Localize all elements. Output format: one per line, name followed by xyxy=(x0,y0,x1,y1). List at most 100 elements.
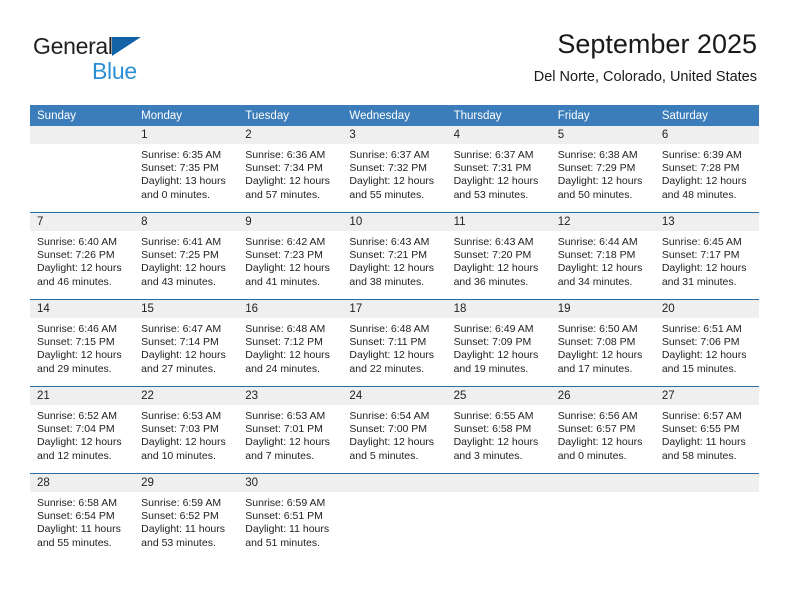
daylight-text-line1: Daylight: 11 hours xyxy=(141,523,225,536)
day-cell-inner: 12 Sunrise: 6:44 AM Sunset: 7:18 PM Dayligh… xyxy=(550,213,655,299)
title-block: September 2025 Del Norte, Colorado, Unit… xyxy=(534,28,757,86)
calendar-day-cell[interactable]: 7 Sunrise: 6:40 AM Sunset: 7:26 PM Daylight… xyxy=(30,212,135,300)
sunrise-text: Sunrise: 6:49 AM xyxy=(453,323,534,335)
daylight-text-line1: Daylight: 12 hours xyxy=(453,175,539,188)
calendar-day-cell[interactable]: 15 Sunrise: 6:47 AM Sunset: 7:14 PM Dayligh… xyxy=(134,299,239,387)
sunset-text: Sunset: 7:11 PM xyxy=(349,336,427,349)
calendar-day-cell[interactable]: 5 Sunrise: 6:38 AM Sunset: 7:29 PM Daylight… xyxy=(550,126,655,213)
calendar-day-cell[interactable]: 9 Sunrise: 6:42 AM Sunset: 7:23 PM Daylight… xyxy=(238,212,343,300)
sunset-text: Sunset: 7:04 PM xyxy=(37,423,115,436)
day-cell-details: Sunrise: 6:41 AM Sunset: 7:25 PM Daylight:… xyxy=(134,231,238,289)
daylight-text-line2: and 12 minutes. xyxy=(37,449,112,462)
day-cell-details: Sunrise: 6:48 AM Sunset: 7:12 PM Daylight:… xyxy=(238,318,342,376)
calendar-day-cell[interactable]: 28 Sunrise: 6:58 AM Sunset: 6:54 PM Dayligh… xyxy=(30,473,135,560)
day-cell-details: Sunrise: 6:42 AM Sunset: 7:23 PM Daylight:… xyxy=(238,231,342,289)
day-cell-details: Sunrise: 6:37 AM Sunset: 7:31 PM Daylight:… xyxy=(447,144,551,202)
day-cell-details: Sunrise: 6:59 AM Sunset: 6:52 PM Daylight:… xyxy=(134,492,238,550)
day-number: 5 xyxy=(550,126,655,144)
day-number: 3 xyxy=(342,126,447,144)
day-number xyxy=(550,474,655,492)
calendar-day-cell[interactable]: 20 Sunrise: 6:51 AM Sunset: 7:06 PM Dayligh… xyxy=(654,299,759,387)
sunset-text: Sunset: 7:32 PM xyxy=(349,162,428,175)
calendar-day-cell[interactable]: 10 Sunrise: 6:43 AM Sunset: 7:21 PM Dayligh… xyxy=(342,212,447,300)
day-cell-inner: 1 Sunrise: 6:35 AM Sunset: 7:35 PM Daylight… xyxy=(134,126,239,212)
calendar-day-cell[interactable]: 27 Sunrise: 6:57 AM Sunset: 6:55 PM Dayligh… xyxy=(654,386,759,474)
calendar-body: 1 Sunrise: 6:35 AM Sunset: 7:35 PM Daylight… xyxy=(30,126,759,560)
day-cell-inner: 6 Sunrise: 6:39 AM Sunset: 7:28 PM Daylight… xyxy=(654,126,759,212)
calendar-day-cell[interactable]: 13 Sunrise: 6:45 AM Sunset: 7:17 PM Dayligh… xyxy=(654,212,759,300)
daylight-text-line2: and 31 minutes. xyxy=(661,275,737,288)
sunrise-text: Sunrise: 6:41 AM xyxy=(141,236,222,248)
daylight-text-line1: Daylight: 12 hours xyxy=(661,175,747,188)
calendar-day-cell[interactable]: 25 Sunrise: 6:55 AM Sunset: 6:58 PM Dayligh… xyxy=(446,386,551,474)
day-number: 17 xyxy=(342,300,447,318)
calendar-day-cell[interactable]: 12 Sunrise: 6:44 AM Sunset: 7:18 PM Dayligh… xyxy=(550,212,655,300)
daylight-text-line1: Daylight: 12 hours xyxy=(141,349,226,362)
daylight-text-line1: Daylight: 12 hours xyxy=(37,349,122,362)
day-cell-inner: 17 Sunrise: 6:48 AM Sunset: 7:11 PM Dayligh… xyxy=(342,300,447,386)
calendar-day-cell[interactable]: 23 Sunrise: 6:53 AM Sunset: 7:01 PM Dayligh… xyxy=(238,386,343,474)
calendar-day-cell[interactable]: 11 Sunrise: 6:43 AM Sunset: 7:20 PM Dayligh… xyxy=(446,212,551,300)
calendar-day-cell[interactable]: 2 Sunrise: 6:36 AM Sunset: 7:34 PM Daylight… xyxy=(238,126,343,213)
sunset-text: Sunset: 6:55 PM xyxy=(661,423,740,436)
day-cell-details: Sunrise: 6:50 AM Sunset: 7:08 PM Daylight:… xyxy=(551,318,655,376)
daylight-text-line2: and 41 minutes. xyxy=(245,275,320,288)
sunset-text: Sunset: 7:18 PM xyxy=(557,249,636,262)
sunset-text: Sunset: 7:09 PM xyxy=(453,336,532,349)
daylight-text-line2: and 24 minutes. xyxy=(245,362,320,375)
calendar-day-cell[interactable]: 18 Sunrise: 6:49 AM Sunset: 7:09 PM Dayligh… xyxy=(446,299,551,387)
daylight-text-line1: Daylight: 12 hours xyxy=(141,436,226,449)
calendar-day-cell[interactable]: 26 Sunrise: 6:56 AM Sunset: 6:57 PM Dayligh… xyxy=(550,386,655,474)
day-cell-details: Sunrise: 6:56 AM Sunset: 6:57 PM Daylight:… xyxy=(551,405,655,463)
sunrise-text: Sunrise: 6:52 AM xyxy=(37,410,117,422)
day-number: 16 xyxy=(238,300,343,318)
page-title: September 2025 xyxy=(557,29,757,59)
calendar-day-cell[interactable]: 6 Sunrise: 6:39 AM Sunset: 7:28 PM Daylight… xyxy=(654,126,759,213)
calendar-day-cell[interactable]: 21 Sunrise: 6:52 AM Sunset: 7:04 PM Dayligh… xyxy=(30,386,135,474)
sunset-text: Sunset: 6:57 PM xyxy=(557,423,636,436)
calendar-day-cell[interactable]: 30 Sunrise: 6:59 AM Sunset: 6:51 PM Dayligh… xyxy=(238,473,343,560)
calendar-cell-empty xyxy=(342,473,447,560)
daylight-text-line1: Daylight: 12 hours xyxy=(37,436,122,449)
day-number: 23 xyxy=(238,387,343,405)
sunset-text: Sunset: 7:14 PM xyxy=(141,336,219,349)
calendar-day-cell[interactable]: 4 Sunrise: 6:37 AM Sunset: 7:31 PM Daylight… xyxy=(446,126,551,213)
daylight-text-line1: Daylight: 12 hours xyxy=(661,349,747,362)
day-number: 1 xyxy=(134,126,239,144)
sunrise-text: Sunrise: 6:35 AM xyxy=(141,149,222,161)
sunrise-text: Sunrise: 6:53 AM xyxy=(141,410,222,422)
general-blue-logo[interactable]: General Blue xyxy=(33,33,253,85)
calendar-day-cell[interactable]: 19 Sunrise: 6:50 AM Sunset: 7:08 PM Dayligh… xyxy=(550,299,655,387)
day-cell-details: Sunrise: 6:39 AM Sunset: 7:28 PM Daylight:… xyxy=(655,144,759,202)
sunset-text: Sunset: 7:34 PM xyxy=(245,162,323,175)
day-cell-details: Sunrise: 6:54 AM Sunset: 7:00 PM Daylight:… xyxy=(342,405,446,463)
calendar-day-cell[interactable]: 24 Sunrise: 6:54 AM Sunset: 7:00 PM Dayligh… xyxy=(342,386,447,474)
calendar-day-cell[interactable]: 22 Sunrise: 6:53 AM Sunset: 7:03 PM Dayligh… xyxy=(134,386,239,474)
calendar-cell-empty xyxy=(446,473,551,560)
day-cell-details: Sunrise: 6:53 AM Sunset: 7:01 PM Daylight:… xyxy=(238,405,342,463)
day-number: 26 xyxy=(550,387,655,405)
sunset-text: Sunset: 7:00 PM xyxy=(349,423,428,436)
calendar-day-cell[interactable]: 1 Sunrise: 6:35 AM Sunset: 7:35 PM Daylight… xyxy=(134,126,239,213)
day-number: 21 xyxy=(30,387,135,405)
daylight-text-line1: Daylight: 12 hours xyxy=(557,436,643,449)
day-cell-inner: 2 Sunrise: 6:36 AM Sunset: 7:34 PM Daylight… xyxy=(238,126,343,212)
calendar-day-cell[interactable]: 14 Sunrise: 6:46 AM Sunset: 7:15 PM Dayligh… xyxy=(30,299,135,387)
day-cell-inner: 9 Sunrise: 6:42 AM Sunset: 7:23 PM Daylight… xyxy=(238,213,343,299)
calendar-day-cell[interactable]: 16 Sunrise: 6:48 AM Sunset: 7:12 PM Dayligh… xyxy=(238,299,343,387)
day-cell-inner: 8 Sunrise: 6:41 AM Sunset: 7:25 PM Daylight… xyxy=(134,213,239,299)
daylight-text-line2: and 19 minutes. xyxy=(453,362,529,375)
calendar-day-cell[interactable]: 17 Sunrise: 6:48 AM Sunset: 7:11 PM Dayligh… xyxy=(342,299,447,387)
sunrise-text: Sunrise: 6:39 AM xyxy=(661,149,742,161)
daylight-text-line2: and 48 minutes. xyxy=(661,188,737,201)
day-cell-inner: 25 Sunrise: 6:55 AM Sunset: 6:58 PM Dayligh… xyxy=(446,387,551,473)
calendar-day-cell[interactable]: 3 Sunrise: 6:37 AM Sunset: 7:32 PM Daylight… xyxy=(342,126,447,213)
weekday-header-tuesday: Tuesday xyxy=(238,105,343,126)
day-cell-details: Sunrise: 6:59 AM Sunset: 6:51 PM Daylight:… xyxy=(238,492,342,550)
daylight-text-line1: Daylight: 13 hours xyxy=(141,175,226,188)
calendar-day-cell[interactable]: 29 Sunrise: 6:59 AM Sunset: 6:52 PM Dayligh… xyxy=(134,473,239,560)
day-cell-details: Sunrise: 6:53 AM Sunset: 7:03 PM Daylight:… xyxy=(134,405,238,463)
calendar-day-cell[interactable]: 8 Sunrise: 6:41 AM Sunset: 7:25 PM Daylight… xyxy=(134,212,239,300)
daylight-text-line2: and 53 minutes. xyxy=(141,536,216,549)
daylight-text-line2: and 43 minutes. xyxy=(141,275,216,288)
